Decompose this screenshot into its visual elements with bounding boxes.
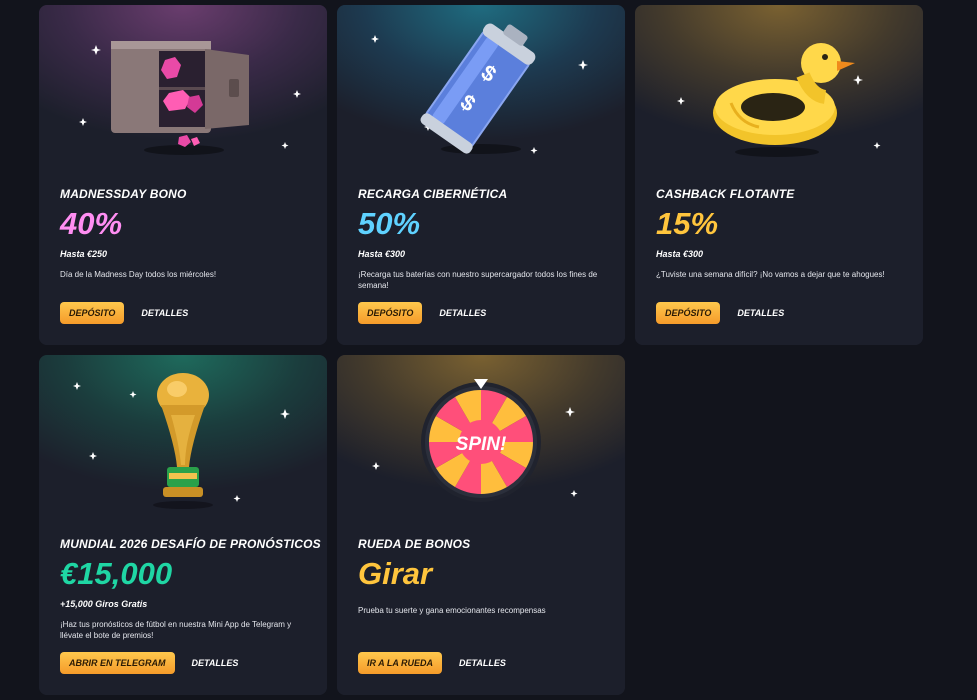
promo-title: MADNESSDAY BONO bbox=[60, 187, 187, 201]
open-telegram-button[interactable]: ABRIR EN TELEGRAM bbox=[60, 652, 175, 674]
promo-value: 50% bbox=[358, 206, 421, 241]
wheel-spin-label: SPIN! bbox=[456, 434, 507, 455]
promo-limit: +15,000 Giros Gratis bbox=[60, 599, 148, 609]
go-to-wheel-button[interactable]: IR A LA RUEDA bbox=[358, 652, 442, 674]
rubber-duck-float-icon bbox=[677, 43, 881, 157]
promo-limit: Hasta €300 bbox=[358, 249, 406, 259]
details-link[interactable]: DETALLES bbox=[459, 658, 506, 668]
promo-title: CASHBACK FLOTANTE bbox=[656, 187, 795, 201]
safe-with-gems-icon bbox=[79, 41, 301, 155]
deposit-button[interactable]: DEPÓSITO bbox=[358, 302, 423, 324]
promo-description: ¡Recarga tus baterías con nuestro superc… bbox=[358, 270, 598, 290]
deposit-button[interactable]: DEPÓSITO bbox=[656, 302, 721, 324]
cyber-battery-icon: $ $ bbox=[371, 23, 588, 154]
promo-description: ¡Haz tus pronósticos de fútbol en nuestr… bbox=[60, 620, 292, 640]
promo-title: MUNDIAL 2026 DESAFÍO DE PRONÓSTICOS bbox=[60, 537, 321, 551]
details-link[interactable]: DETALLES bbox=[141, 308, 188, 318]
details-link[interactable]: DETALLES bbox=[192, 658, 239, 668]
promo-card-cashback: CASHBACK FLOTANTE 15% Hasta €300 ¿Tuvist… bbox=[635, 5, 923, 345]
deposit-button[interactable]: DEPÓSITO bbox=[60, 302, 125, 324]
promo-description: Prueba tu suerte y gana emocionantes rec… bbox=[358, 606, 546, 615]
details-link[interactable]: DETALLES bbox=[737, 308, 784, 318]
promo-value: 40% bbox=[60, 206, 123, 241]
promo-value: €15,000 bbox=[60, 556, 173, 591]
bonus-wheel-icon: SPIN! bbox=[372, 379, 578, 502]
world-cup-trophy-icon bbox=[73, 373, 290, 509]
details-link[interactable]: DETALLES bbox=[439, 308, 486, 318]
promo-description: Día de la Madness Day todos los miércole… bbox=[60, 270, 217, 279]
promo-card-rueda: SPIN! RUEDA DE BONOS Girar Prueba tu sue… bbox=[337, 355, 625, 695]
promo-value: 15% bbox=[656, 206, 719, 241]
promo-card-recarga: $ $ RECARGA CIBERNÉTICA 50% Hasta €300 ¡… bbox=[337, 5, 625, 345]
promo-title: RUEDA DE BONOS bbox=[358, 537, 471, 551]
promo-limit: Hasta €250 bbox=[60, 249, 108, 259]
promo-card-mundial: MUNDIAL 2026 DESAFÍO DE PRONÓSTICOS €15,… bbox=[39, 355, 327, 695]
promo-title: RECARGA CIBERNÉTICA bbox=[358, 187, 508, 201]
promo-value: Girar bbox=[358, 556, 433, 591]
promo-description: ¿Tuviste una semana difícil? ¡No vamos a… bbox=[656, 270, 885, 279]
promo-card-madnessday: MADNESSDAY BONO 40% Hasta €250 Día de la… bbox=[39, 5, 327, 345]
promo-limit: Hasta €300 bbox=[656, 249, 704, 259]
